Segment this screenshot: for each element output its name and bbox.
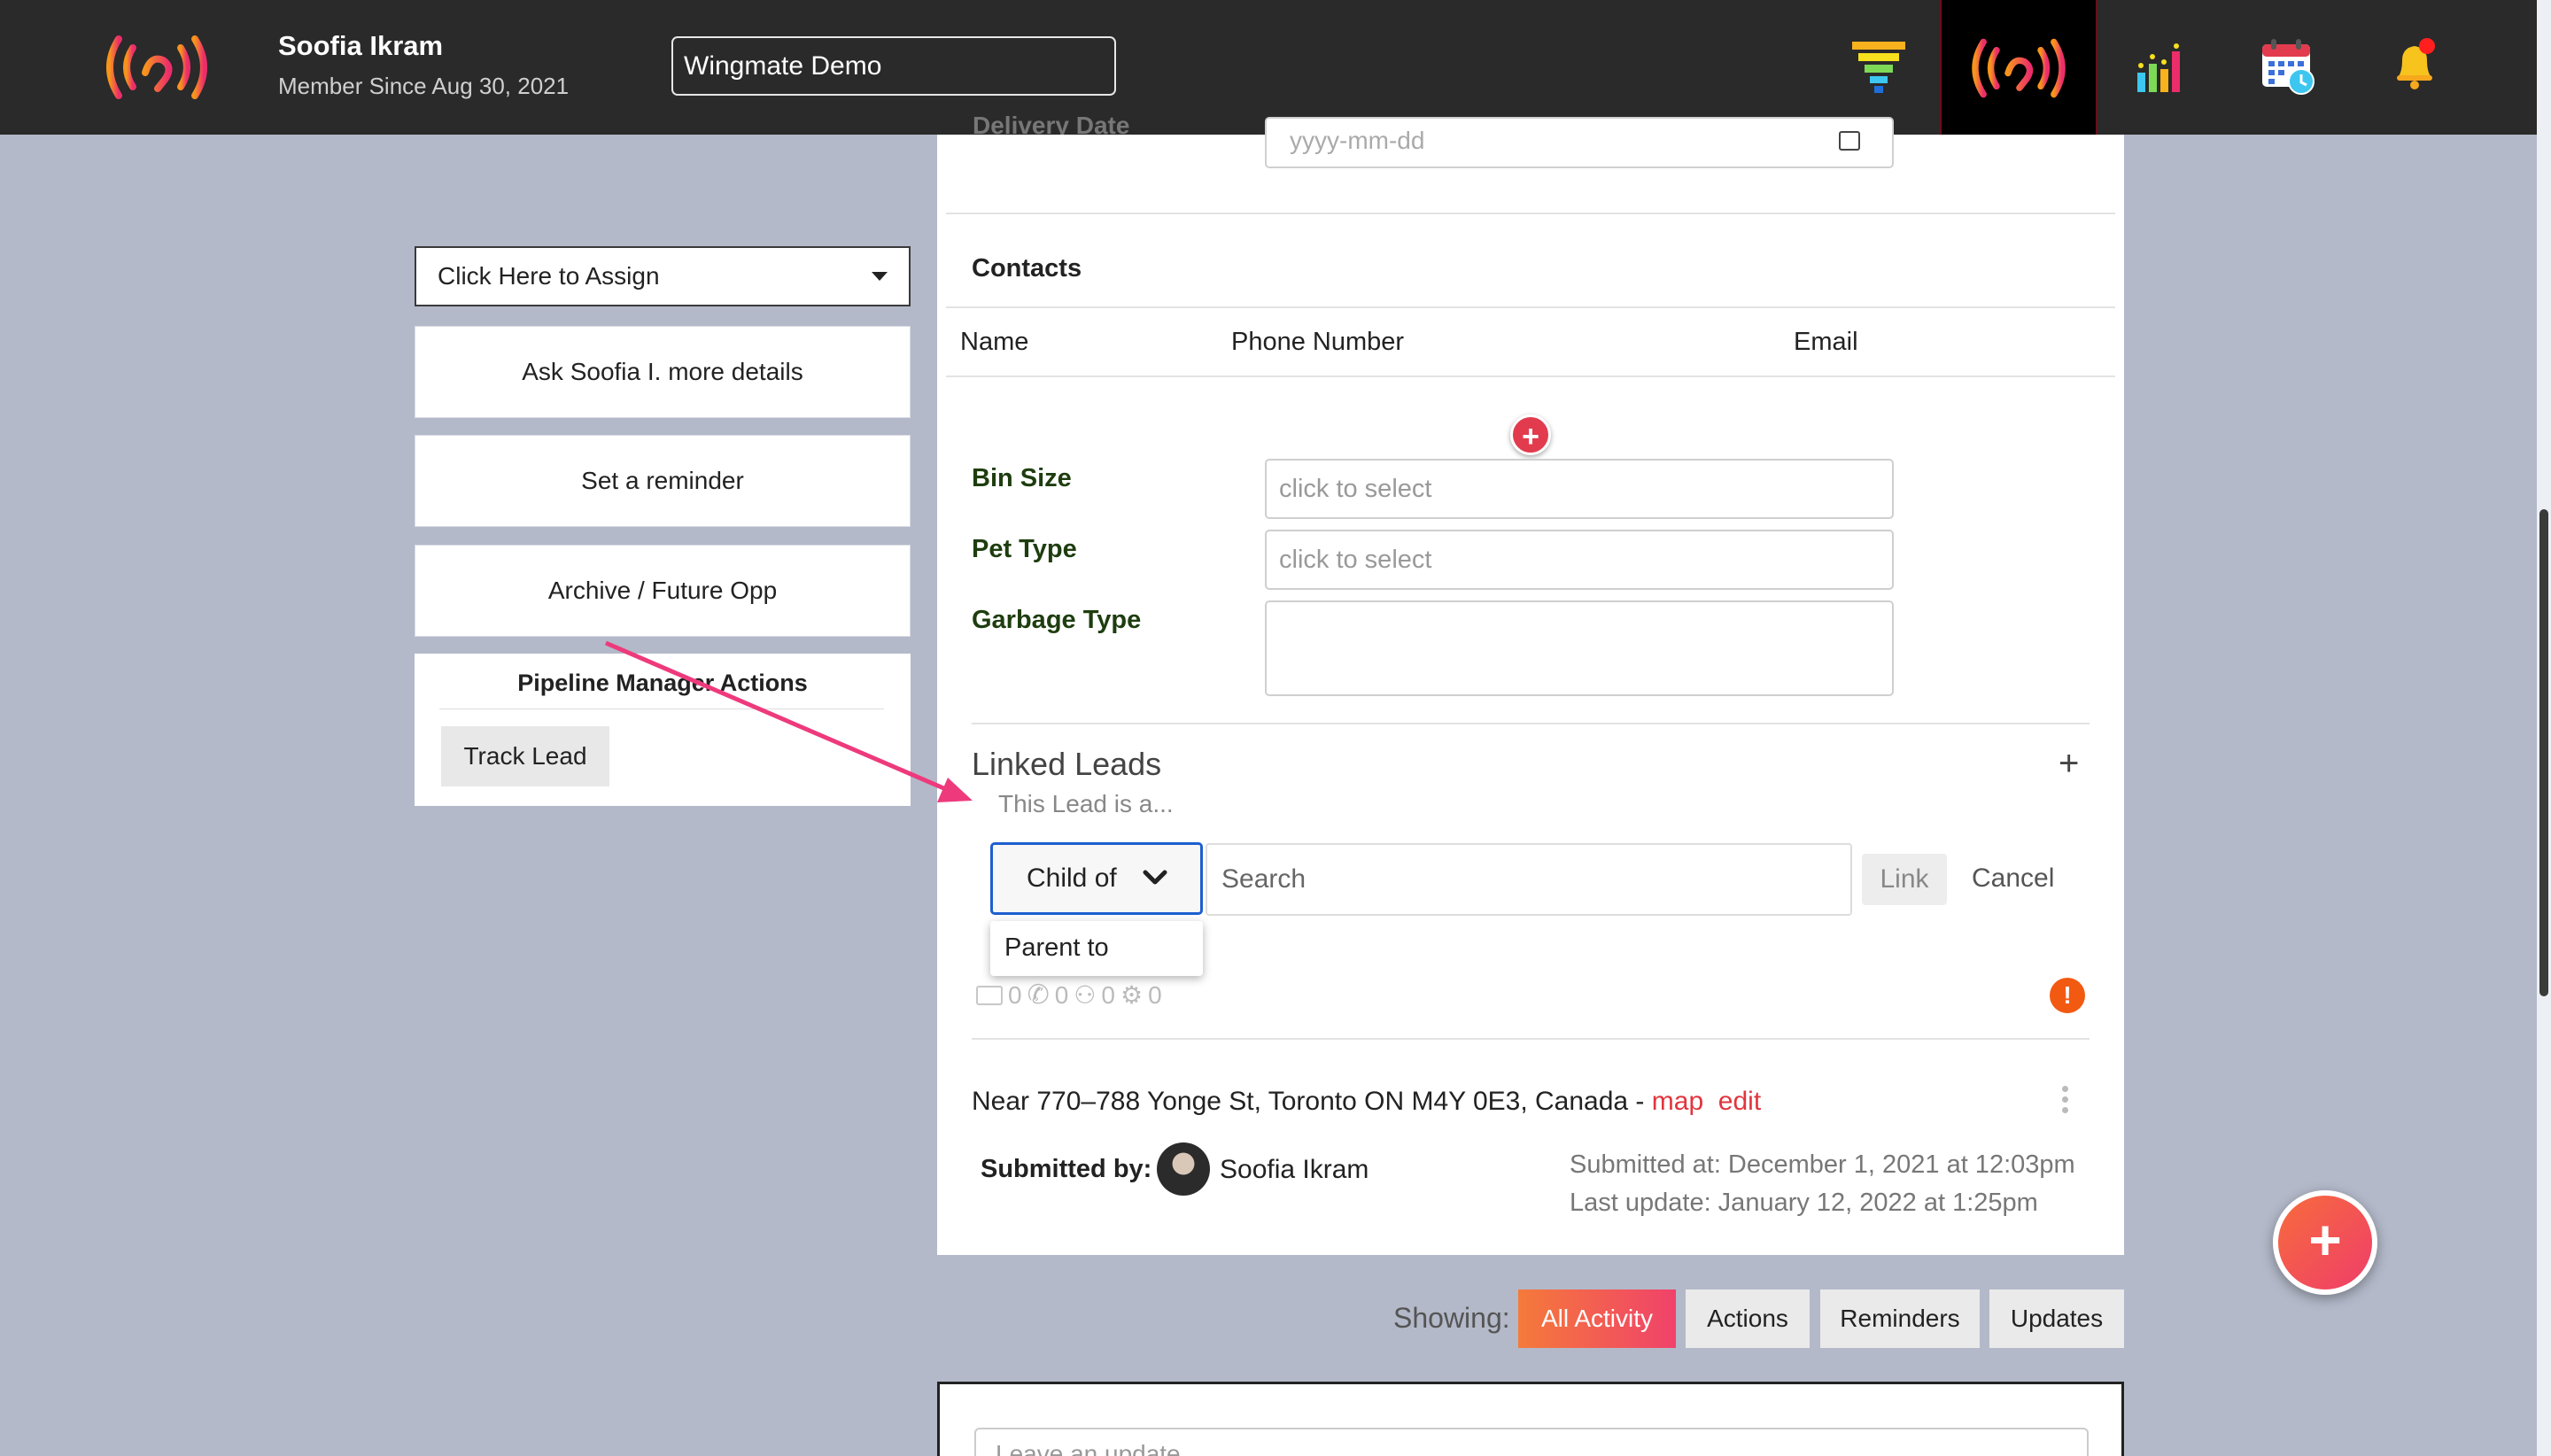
funnel-icon[interactable] bbox=[1839, 35, 1919, 99]
divider bbox=[972, 723, 2090, 724]
showing-label: Showing: bbox=[1393, 1302, 1510, 1334]
add-contact-button[interactable]: + bbox=[1510, 414, 1551, 455]
linked-leads-title: Linked Leads bbox=[972, 746, 1162, 782]
delivery-date-label: Delivery Date bbox=[973, 112, 1130, 135]
delivery-date-input[interactable]: yyyy-mm-dd bbox=[1265, 117, 1894, 168]
member-since: Member Since Aug 30, 2021 bbox=[278, 73, 570, 99]
phone-icon: ✆ bbox=[1027, 980, 1050, 1010]
task-icon: ⚙ bbox=[1120, 981, 1144, 1009]
tab-actions[interactable]: Actions bbox=[1686, 1289, 1810, 1348]
task-count: 0 bbox=[1148, 980, 1162, 1009]
bell-icon[interactable] bbox=[2388, 34, 2441, 96]
email-count: 0 bbox=[1008, 980, 1022, 1009]
linked-leads-subtitle: This Lead is a... bbox=[998, 790, 1174, 817]
garbage-type-textarea[interactable] bbox=[1265, 600, 1894, 696]
date-picker-icon[interactable] bbox=[1839, 131, 1860, 151]
tab-reminders[interactable]: Reminders bbox=[1820, 1289, 1980, 1348]
pet-type-select[interactable]: click to select bbox=[1265, 530, 1894, 590]
tab-updates[interactable]: Updates bbox=[1989, 1289, 2124, 1348]
relation-option-parent[interactable]: Parent to bbox=[990, 921, 1203, 976]
set-reminder-button[interactable]: Set a reminder bbox=[415, 435, 911, 527]
pet-type-label: Pet Type bbox=[972, 535, 1077, 563]
linked-lead-search-input[interactable]: Search bbox=[1206, 843, 1852, 916]
edit-address-link[interactable]: edit bbox=[1718, 1087, 1761, 1116]
caret-down-icon bbox=[872, 272, 888, 281]
relation-selected-label: Child of bbox=[1027, 864, 1117, 893]
divider bbox=[946, 376, 2115, 377]
lead-address: Near 770–788 Yonge St, Toronto ON M4Y 0E… bbox=[972, 1087, 1761, 1117]
submitted-by-name: Soofia Ikram bbox=[1220, 1155, 1369, 1184]
email-icon bbox=[976, 985, 1003, 1005]
contacts-title: Contacts bbox=[972, 254, 1082, 283]
company-selector[interactable]: Wingmate Demo bbox=[671, 36, 1116, 96]
ask-details-button[interactable]: Ask Soofia I. more details bbox=[415, 326, 911, 418]
contacts-col-phone: Phone Number bbox=[1231, 328, 1405, 356]
cancel-link-button[interactable]: Cancel bbox=[1972, 864, 2054, 894]
contacts-col-name: Name bbox=[960, 328, 1029, 356]
bar-chart-icon[interactable] bbox=[2131, 39, 2193, 97]
user-name: Soofia Ikram bbox=[278, 30, 444, 61]
floating-add-button[interactable]: + bbox=[2273, 1190, 2377, 1295]
wingmate-signal-icon bbox=[1963, 35, 2074, 105]
divider bbox=[946, 213, 2115, 214]
pipeline-manager-title: Pipeline Manager Actions bbox=[517, 670, 808, 696]
track-lead-button[interactable]: Track Lead bbox=[441, 726, 609, 786]
calendar-icon[interactable] bbox=[2257, 35, 2319, 97]
submitted-at: Submitted at: December 1, 2021 at 12:03p… bbox=[1570, 1150, 2075, 1179]
update-input[interactable]: Leave an update... bbox=[974, 1428, 2089, 1456]
address-text: Near 770–788 Yonge St, Toronto ON M4Y 0E… bbox=[972, 1087, 1652, 1116]
submission-times: Submitted at: December 1, 2021 at 12:03p… bbox=[1570, 1146, 2075, 1222]
archive-button[interactable]: Archive / Future Opp bbox=[415, 545, 911, 637]
wingmate-logo-icon[interactable] bbox=[99, 32, 214, 107]
bin-size-select[interactable]: click to select bbox=[1265, 459, 1894, 519]
divider bbox=[946, 306, 2115, 308]
activity-stats: 0 ✆ 0 ⚇ 0 ⚙ 0 bbox=[976, 980, 1162, 1011]
relation-select[interactable]: Child of bbox=[990, 842, 1203, 915]
assign-dropdown[interactable]: Click Here to Assign bbox=[415, 246, 911, 306]
call-count: 0 bbox=[1054, 980, 1069, 1009]
garbage-type-label: Garbage Type bbox=[972, 606, 1142, 634]
alert-icon[interactable]: ! bbox=[2050, 978, 2085, 1013]
avatar bbox=[1157, 1142, 1210, 1196]
scrollbar-thumb[interactable] bbox=[2539, 509, 2548, 996]
submitted-by-label: Submitted by: bbox=[981, 1155, 1152, 1183]
bin-size-label: Bin Size bbox=[972, 464, 1072, 492]
link-button[interactable]: Link bbox=[1862, 854, 1947, 905]
chevron-down-icon bbox=[1143, 870, 1167, 890]
handshake-icon: ⚇ bbox=[1074, 981, 1097, 1009]
meeting-count: 0 bbox=[1101, 980, 1115, 1009]
tab-all-activity[interactable]: All Activity bbox=[1518, 1289, 1676, 1348]
more-options-icon[interactable] bbox=[2062, 1086, 2069, 1118]
last-update: Last update: January 12, 2022 at 1:25pm bbox=[1570, 1189, 2038, 1217]
divider bbox=[972, 1038, 2090, 1040]
contacts-col-email: Email bbox=[1794, 328, 1858, 356]
map-link[interactable]: map bbox=[1652, 1087, 1703, 1116]
add-linked-lead-button[interactable]: + bbox=[2059, 744, 2079, 784]
